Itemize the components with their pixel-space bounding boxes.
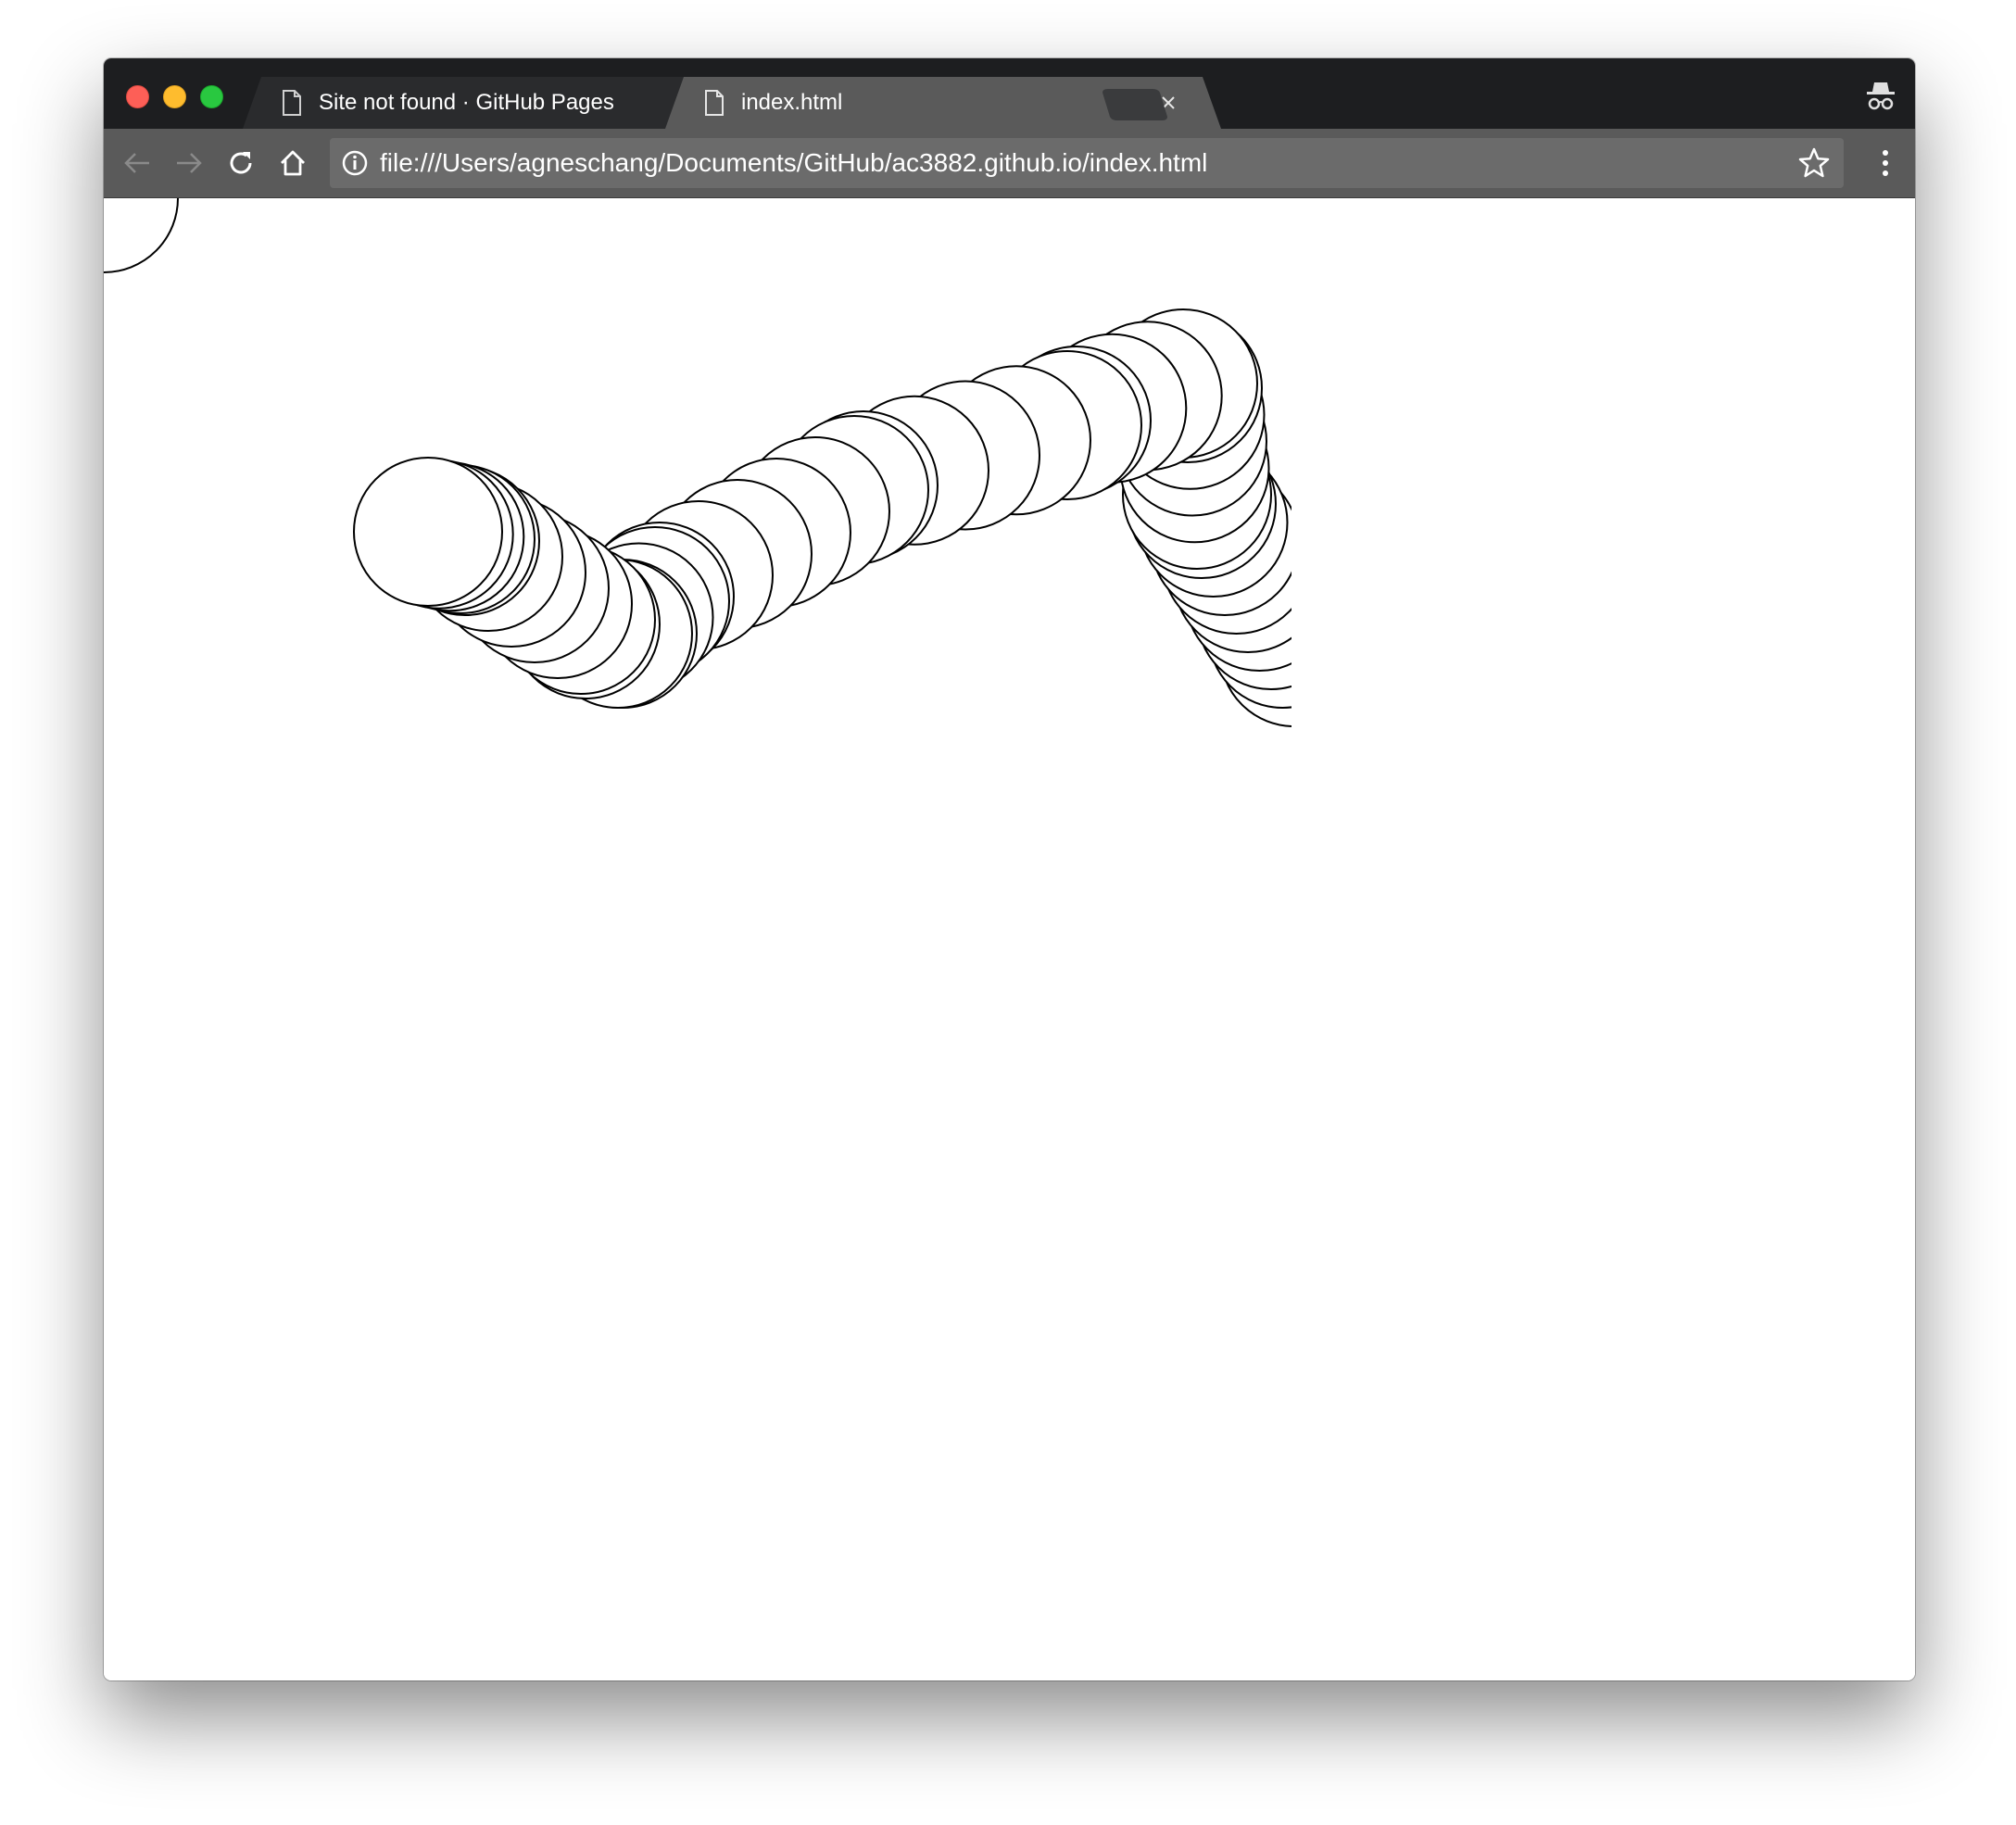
new-tab-button[interactable]	[1102, 89, 1167, 120]
tab-title: index.html	[741, 90, 843, 115]
back-arrow-icon	[124, 153, 149, 173]
home-button[interactable]	[272, 143, 313, 183]
forward-button[interactable]	[169, 143, 209, 183]
browser-toolbar: file:///Users/agneschang/Documents/GitHu…	[104, 129, 1915, 198]
document-icon	[283, 90, 301, 116]
url-text[interactable]: file:///Users/agneschang/Documents/GitHu…	[380, 148, 1797, 178]
zoom-window-button[interactable]	[200, 85, 223, 108]
tab-title: Site not found · GitHub Pages	[319, 90, 614, 115]
page-viewport[interactable]	[104, 198, 1915, 1680]
reload-icon	[230, 152, 252, 174]
close-window-button[interactable]	[126, 85, 149, 108]
incognito-icon	[1867, 82, 1895, 110]
corner-circle	[104, 198, 179, 273]
reload-button[interactable]	[220, 143, 261, 183]
trail-circle	[353, 457, 503, 607]
circle-trail-canvas[interactable]	[104, 198, 1915, 1680]
info-icon[interactable]	[341, 149, 369, 177]
circle-trail	[104, 198, 1292, 727]
address-bar[interactable]: file:///Users/agneschang/Documents/GitHu…	[330, 138, 1844, 188]
document-icon	[705, 90, 724, 116]
menu-button[interactable]	[1869, 143, 1902, 183]
minimize-window-button[interactable]	[163, 85, 186, 108]
home-icon	[281, 150, 305, 176]
forward-arrow-icon	[177, 153, 202, 173]
back-button[interactable]	[117, 143, 158, 183]
star-icon[interactable]	[1797, 146, 1831, 180]
tab-strip: Site not found · GitHub Pages index.html	[104, 58, 1915, 129]
menu-dots-icon	[1883, 150, 1888, 176]
browser-window: Site not found · GitHub Pages index.html	[104, 58, 1915, 1680]
